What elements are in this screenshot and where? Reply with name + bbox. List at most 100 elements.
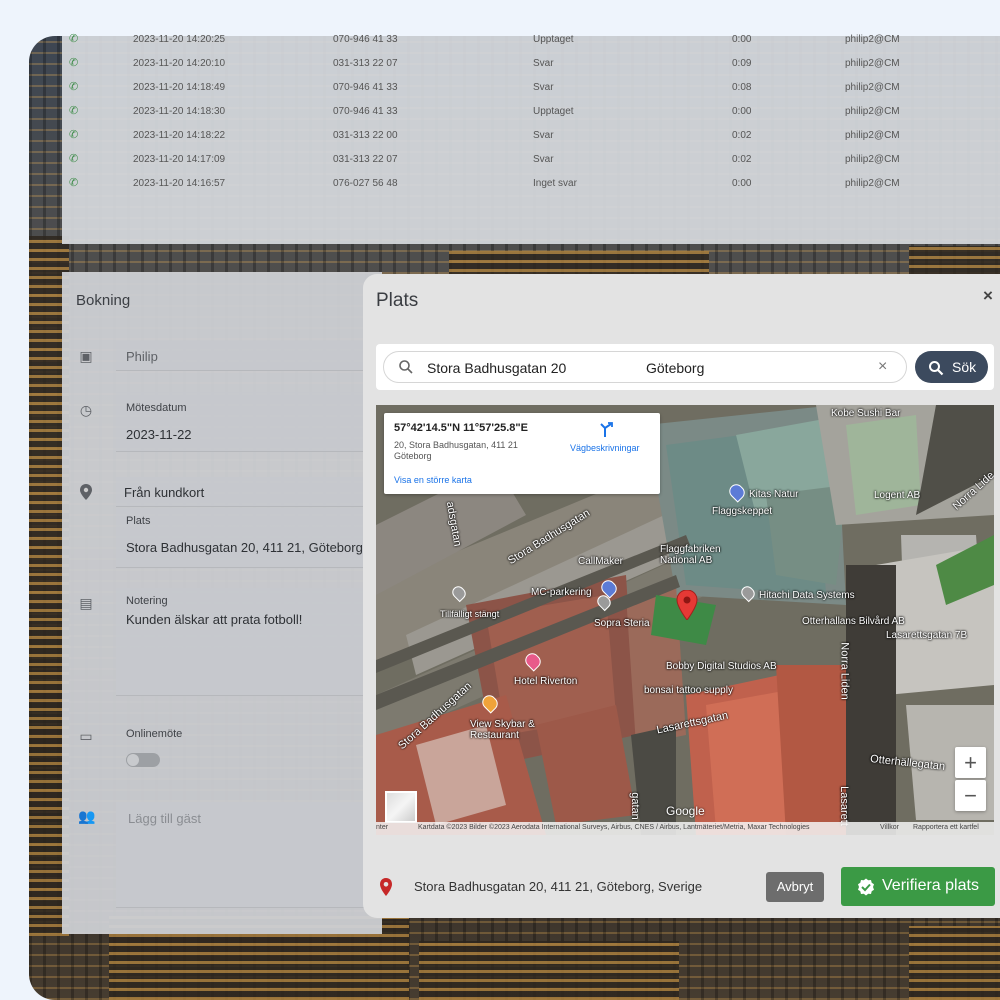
call-user: philip2@CM bbox=[845, 178, 900, 189]
call-log-row[interactable]: ✆ 2023-11-20 14:17:09 031-313 22 07 Svar 0:0… bbox=[62, 148, 1000, 172]
meeting-date-value: 2023-11-22 bbox=[126, 427, 192, 442]
call-number: 031-313 22 07 bbox=[333, 154, 398, 165]
satellite-map[interactable]: adsgatan Stora Badhusgatan Stora Badhusg… bbox=[376, 405, 994, 835]
location-type-select[interactable]: Från kundkort bbox=[116, 477, 382, 507]
search-city-value: Göteborg bbox=[646, 360, 705, 376]
search-button[interactable]: Sök bbox=[915, 351, 988, 383]
google-logo: Google bbox=[666, 804, 705, 818]
call-status: Svar bbox=[533, 130, 554, 141]
larger-map-link[interactable]: Visa en större karta bbox=[394, 475, 472, 485]
call-user: philip2@CM bbox=[845, 106, 900, 117]
poi-label: Lasarettsgatan 7B bbox=[886, 630, 968, 641]
location-pin-icon bbox=[380, 878, 392, 896]
call-datetime: 2023-11-20 14:18:22 bbox=[133, 130, 226, 141]
organizer-value: Philip bbox=[126, 349, 158, 364]
call-duration: 0:00 bbox=[732, 106, 752, 117]
phone-icon: ✆ bbox=[69, 129, 79, 141]
poi-label: Kitas Natur bbox=[749, 489, 799, 500]
poi-label: bonsai tattoo supply bbox=[644, 685, 733, 696]
modal-title: Plats bbox=[376, 290, 419, 311]
poi-label: MC-parkering bbox=[531, 587, 592, 598]
call-number: 031-313 22 00 bbox=[333, 130, 398, 141]
location-type-value: Från kundkort bbox=[124, 485, 205, 500]
call-datetime: 2023-11-20 14:17:09 bbox=[133, 154, 226, 165]
video-device-icon: ▭ bbox=[79, 728, 93, 744]
call-status: Svar bbox=[533, 154, 554, 165]
organizer-field[interactable]: Philip bbox=[116, 341, 382, 371]
close-icon[interactable]: × bbox=[983, 286, 993, 306]
call-status: Upptaget bbox=[533, 106, 574, 117]
poi-label: Hotel Riverton bbox=[514, 676, 578, 687]
call-number: 070-946 41 33 bbox=[333, 82, 398, 93]
call-status: Svar bbox=[533, 58, 554, 69]
call-status: Inget svar bbox=[533, 178, 577, 189]
call-duration: 0:08 bbox=[732, 82, 752, 93]
road-label: gatan bbox=[628, 792, 641, 820]
poi-label: Logent AB bbox=[874, 490, 921, 501]
map-info-address: 20, Stora Badhusgatan, 411 21 Göteborg bbox=[394, 440, 518, 461]
call-number: 076-027 56 48 bbox=[333, 178, 398, 189]
call-user: philip2@CM bbox=[845, 58, 900, 69]
online-meeting-label: Onlinemöte bbox=[126, 728, 183, 740]
call-datetime: 2023-11-20 14:20:25 bbox=[133, 34, 226, 45]
call-number: 070-946 41 33 bbox=[333, 34, 398, 45]
verify-place-button[interactable]: Verifiera plats bbox=[841, 867, 995, 906]
phone-icon: ✆ bbox=[69, 81, 79, 93]
note-value: Kunden älskar att prata fotboll! bbox=[126, 612, 303, 627]
call-log-row[interactable]: ✆ 2023-11-20 14:20:25 070-946 41 33 Upptage… bbox=[62, 28, 1000, 52]
cancel-button[interactable]: Avbryt bbox=[766, 872, 824, 902]
add-guest-placeholder: Lägg till gäst bbox=[128, 811, 201, 826]
poi-label: Otterhallans Bilvård AB bbox=[802, 616, 905, 627]
note-icon: ▤ bbox=[79, 595, 93, 611]
zoom-in-button[interactable]: + bbox=[955, 747, 986, 778]
call-datetime: 2023-11-20 14:20:10 bbox=[133, 58, 226, 69]
poi-label: Bobby Digital Studios AB bbox=[666, 661, 777, 672]
call-user: philip2@CM bbox=[845, 34, 900, 45]
location-marker-icon[interactable] bbox=[676, 590, 698, 620]
call-duration: 0:00 bbox=[732, 34, 752, 45]
search-icon bbox=[399, 360, 413, 374]
clear-search-icon[interactable]: × bbox=[878, 358, 887, 376]
address-search-input[interactable]: Stora Badhusgatan 20 Göteborg × bbox=[383, 351, 907, 383]
directions-link[interactable]: Vägbeskrivningar bbox=[570, 443, 640, 453]
search-button-label: Sök bbox=[952, 359, 977, 375]
booking-title: Bokning bbox=[76, 292, 131, 309]
report-map-error-link[interactable]: Rapportera ett kartfel bbox=[913, 824, 979, 831]
call-log-row[interactable]: ✆ 2023-11-20 14:18:22 031-313 22 00 Svar 0:0… bbox=[62, 124, 1000, 148]
poi-label: Kobe Sushi Bar bbox=[831, 408, 901, 419]
poi-label: Flaggfabriken National AB bbox=[660, 544, 721, 566]
phone-icon: ✆ bbox=[69, 177, 79, 189]
attribution-prefix: nter bbox=[376, 824, 389, 831]
call-number: 031-313 22 07 bbox=[333, 58, 398, 69]
note-field[interactable]: Notering Kunden älskar att prata fotboll… bbox=[116, 588, 382, 696]
call-user: philip2@CM bbox=[845, 82, 900, 93]
online-meeting-toggle[interactable] bbox=[126, 753, 160, 767]
add-guest-field[interactable]: Lägg till gäst bbox=[116, 802, 382, 908]
call-log-row[interactable]: ✆ 2023-11-20 14:18:30 070-946 41 33 Upptage… bbox=[62, 100, 1000, 124]
map-terms-link[interactable]: Villkor bbox=[880, 824, 899, 831]
search-street-value: Stora Badhusgatan 20 bbox=[427, 360, 567, 376]
call-log-row[interactable]: ✆ 2023-11-20 14:16:57 076-027 56 48 Inget s… bbox=[62, 172, 1000, 196]
directions-icon[interactable] bbox=[598, 422, 614, 438]
call-duration: 0:00 bbox=[732, 178, 752, 189]
map-info-card: 57°42'14.5"N 11°57'25.8"E 20, Stora Badh… bbox=[384, 413, 660, 494]
call-duration: 0:09 bbox=[732, 58, 752, 69]
road-label: Lasarett bbox=[837, 786, 850, 826]
call-log-table: ✆ 2023-11-20 14:20:25 070-946 41 33 Upptage… bbox=[62, 33, 1000, 244]
zoom-out-button[interactable]: − bbox=[955, 780, 986, 811]
call-log-row[interactable]: ✆ 2023-11-20 14:20:10 031-313 22 07 Svar 0:0… bbox=[62, 52, 1000, 76]
map-type-toggle[interactable] bbox=[385, 791, 417, 823]
selected-address: Stora Badhusgatan 20, 411 21, Göteborg, … bbox=[414, 879, 703, 894]
phone-icon: ✆ bbox=[69, 105, 79, 117]
map-attribution: nter Kartdata ©2023 Bilder ©2023 Aerodat… bbox=[376, 822, 994, 835]
note-label: Notering bbox=[126, 595, 168, 607]
poi-label: View Skybar & Restaurant bbox=[470, 719, 535, 741]
person-badge-icon: ▣ bbox=[79, 348, 93, 364]
place-field[interactable]: Plats Stora Badhusgatan 20, 411 21, Göte… bbox=[116, 508, 382, 568]
call-user: philip2@CM bbox=[845, 130, 900, 141]
call-log-row[interactable]: ✆ 2023-11-20 14:18:49 070-946 41 33 Svar 0:0… bbox=[62, 76, 1000, 100]
location-pin-icon bbox=[78, 484, 94, 500]
meeting-date-field[interactable]: Mötesdatum 2023-11-22 bbox=[116, 392, 382, 452]
map-coordinates: 57°42'14.5"N 11°57'25.8"E bbox=[394, 422, 528, 434]
phone-icon: ✆ bbox=[69, 153, 79, 165]
